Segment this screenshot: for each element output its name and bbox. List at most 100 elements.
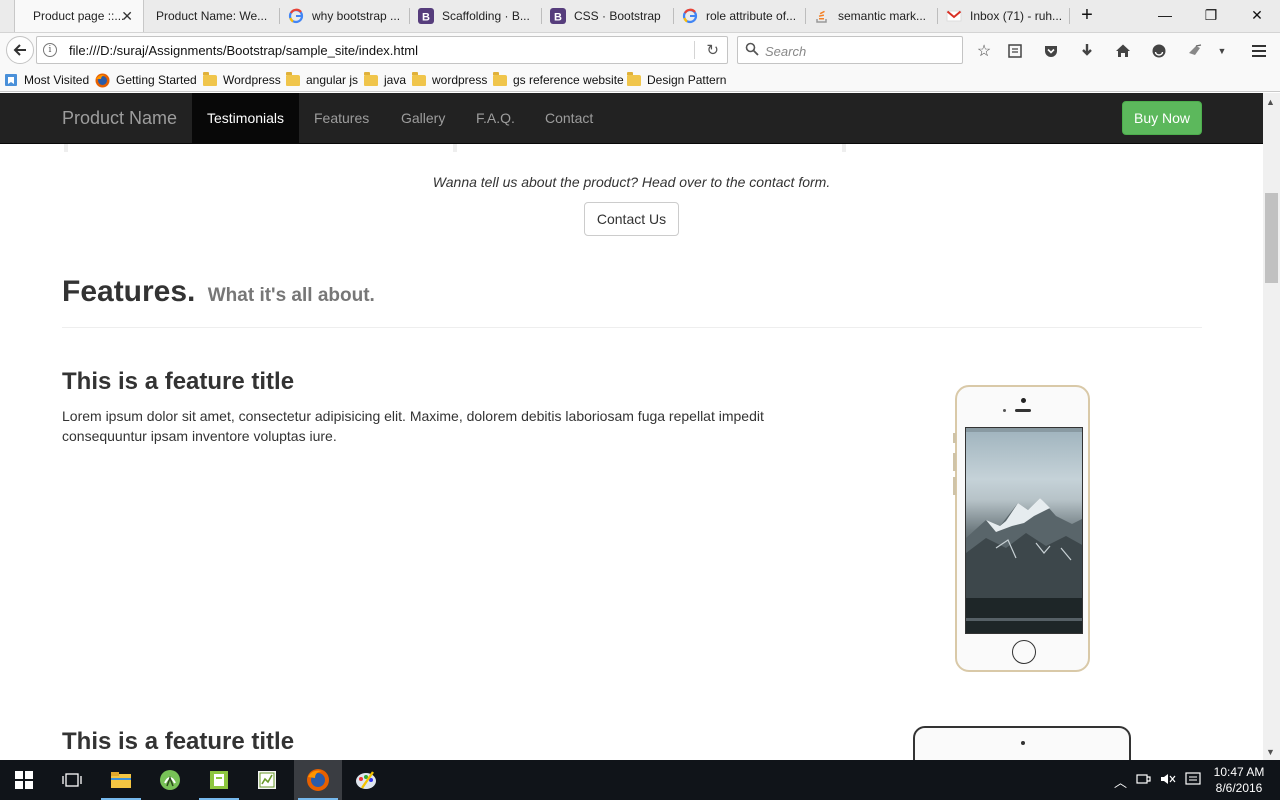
page-scrollbar[interactable]: ▲ ▼ <box>1263 93 1280 760</box>
tab-scaffolding[interactable]: B Scaffolding · B... <box>410 0 542 32</box>
tab-semantic-markup[interactable]: semantic mark... <box>806 0 938 32</box>
phone-home-button <box>1012 640 1036 664</box>
divider <box>62 327 1202 328</box>
contact-us-button[interactable]: Contact Us <box>584 202 679 236</box>
notepad-plus-icon[interactable] <box>195 760 243 800</box>
bookmark-folder-gs-reference[interactable]: gs reference website <box>493 71 624 88</box>
address-bar[interactable]: i file:///D:/suraj/Assignments/Bootstrap… <box>36 36 728 64</box>
scroll-down-icon[interactable]: ▼ <box>1266 747 1275 757</box>
folder-icon <box>203 71 217 86</box>
tab-label: why bootstrap ... <box>312 9 401 23</box>
scroll-up-icon[interactable]: ▲ <box>1266 97 1275 107</box>
close-window-icon[interactable]: ✕ <box>1234 0 1280 30</box>
home-icon[interactable] <box>1111 39 1135 63</box>
tablet-image <box>913 726 1131 760</box>
network-icon[interactable] <box>1136 772 1152 789</box>
features-heading: Features. What it's all about. <box>62 275 375 309</box>
bookmark-folder-wordpress[interactable]: Wordpress <box>203 71 281 88</box>
folder-icon <box>364 71 378 86</box>
nav-features[interactable]: Features <box>299 93 384 143</box>
tab-gmail-inbox[interactable]: Inbox (71) - ruh... <box>938 0 1070 32</box>
reload-icon[interactable]: ↻ <box>706 41 719 59</box>
hello-chat-icon[interactable] <box>1147 39 1171 63</box>
nav-contact[interactable]: Contact <box>530 93 608 143</box>
bootstrap-icon: B <box>418 8 434 24</box>
minimize-icon[interactable]: — <box>1142 0 1188 30</box>
phone-speaker <box>1015 409 1031 412</box>
volume-muted-icon[interactable] <box>1160 772 1176 789</box>
scrollbar-thumb[interactable] <box>1265 193 1278 283</box>
download-icon[interactable] <box>1075 39 1099 63</box>
back-arrow-icon[interactable] <box>6 36 34 64</box>
nav-gallery[interactable]: Gallery <box>386 93 460 143</box>
firefox-icon[interactable] <box>294 760 342 800</box>
bookmark-star-icon[interactable]: ☆ <box>972 39 996 63</box>
nav-faq[interactable]: F.A.Q. <box>461 93 530 143</box>
search-icon <box>745 42 759 59</box>
bookmark-label: angular js <box>306 73 359 87</box>
bookmark-folder-design-pattern[interactable]: Design Pattern <box>627 71 727 88</box>
firefox-icon <box>95 73 110 87</box>
system-clock[interactable]: 10:47 AM 8/6/2016 <box>1206 764 1272 796</box>
task-view-icon[interactable] <box>48 760 96 800</box>
reading-list-icon[interactable] <box>1003 39 1027 63</box>
bookmark-folder-wordpress-2[interactable]: wordpress <box>412 71 488 88</box>
bookmark-label: Design Pattern <box>647 73 727 87</box>
chevron-down-icon[interactable]: ▼ <box>1210 39 1234 63</box>
restore-icon[interactable]: ❐ <box>1188 0 1234 30</box>
bookmark-folder-java[interactable]: java <box>364 71 407 88</box>
tab-product-page[interactable]: Product page ::... ✕ <box>14 0 144 32</box>
bookmark-label: Wordpress <box>223 73 281 87</box>
google-icon <box>682 8 698 24</box>
file-explorer-icon[interactable] <box>97 760 145 800</box>
show-hidden-icons-icon[interactable]: ︿ <box>1114 772 1127 791</box>
close-tab-icon[interactable]: ✕ <box>121 8 133 25</box>
windows-taskbar: ︿ 10:47 AM 8/6/2016 <box>0 760 1280 800</box>
pocket-icon[interactable] <box>1039 39 1063 63</box>
folder-icon <box>627 71 641 86</box>
bookmark-icon <box>5 74 17 86</box>
tab-css-bootstrap[interactable]: B CSS · Bootstrap <box>542 0 674 32</box>
bookmark-most-visited[interactable]: Most Visited <box>4 72 89 88</box>
hamburger-menu-icon[interactable] <box>1247 39 1271 63</box>
paint-icon[interactable] <box>342 760 390 800</box>
tab-label: Inbox (71) - ruh... <box>970 9 1062 23</box>
bookmark-getting-started[interactable]: Getting Started <box>95 72 197 88</box>
brand-link[interactable]: Product Name <box>62 108 177 129</box>
tab-product-name[interactable]: Product Name: We... <box>148 0 280 32</box>
bootstrap-icon: B <box>550 8 566 24</box>
new-tab-icon[interactable]: + <box>1072 0 1102 30</box>
chart-app-icon[interactable] <box>243 760 291 800</box>
url-text[interactable]: file:///D:/suraj/Assignments/Bootstrap/s… <box>69 43 418 58</box>
bookmark-label: Most Visited <box>24 73 90 87</box>
bookmark-label: gs reference website <box>513 73 624 87</box>
windows-start-icon[interactable] <box>0 760 48 800</box>
android-studio-icon[interactable] <box>146 760 194 800</box>
tab-role-attribute[interactable]: role attribute of... <box>674 0 806 32</box>
phone-screen <box>965 427 1083 634</box>
features-title: Features. <box>62 275 196 308</box>
site-info-icon[interactable]: i <box>43 43 57 57</box>
extension-icon[interactable] <box>1183 39 1207 63</box>
svg-text:B: B <box>554 12 562 24</box>
search-placeholder: Search <box>765 44 807 59</box>
google-icon <box>288 8 304 24</box>
clock-date: 8/6/2016 <box>1215 781 1263 795</box>
tablet-camera <box>1021 741 1025 745</box>
bookmark-label: wordpress <box>432 73 488 87</box>
site-navbar: Product Name Testimonials Features Galle… <box>0 93 1263 144</box>
bookmark-label: java <box>384 73 407 87</box>
action-center-icon[interactable] <box>1185 772 1201 789</box>
bookmark-label: Getting Started <box>116 73 197 87</box>
buy-now-button[interactable]: Buy Now <box>1122 101 1202 135</box>
search-input[interactable]: Search <box>737 36 963 64</box>
nav-testimonials[interactable]: Testimonials <box>192 93 299 143</box>
tab-label: Product page ::... <box>33 9 125 23</box>
tab-label: semantic mark... <box>838 9 927 23</box>
clock-time: 10:47 AM <box>1213 765 1265 779</box>
bookmark-folder-angular-js[interactable]: angular js <box>286 71 359 88</box>
tab-why-bootstrap[interactable]: why bootstrap ... <box>280 0 410 32</box>
stackoverflow-icon <box>814 8 830 24</box>
browser-tab-bar: Product page ::... ✕ Product Name: We...… <box>0 0 1280 32</box>
feature-title: This is a feature title <box>62 728 295 755</box>
